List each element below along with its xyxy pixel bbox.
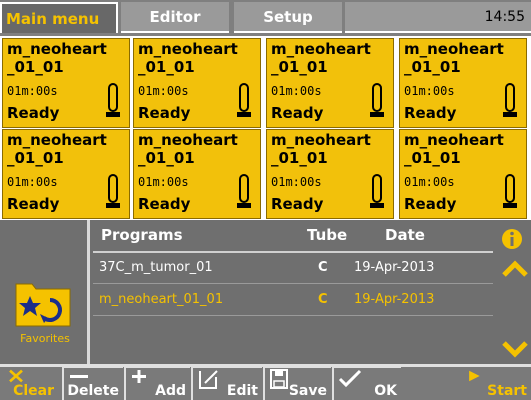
delete-label: Delete [67, 383, 119, 399]
ok-label: OK [374, 383, 397, 399]
block-time: 01m:00s [7, 175, 58, 189]
tube-icon [237, 174, 251, 208]
block-program-name: m_neoheart [7, 131, 107, 149]
clock: 14:55 [484, 9, 525, 25]
column-header-tube: Tube [307, 226, 348, 244]
program-tube: C [318, 292, 328, 307]
tab-main-menu[interactable]: Main menu [0, 2, 118, 33]
tube-icon [106, 174, 120, 208]
program-row-selected[interactable]: m_neoheart_01_01 C 19-Apr-2013 [93, 288, 493, 314]
block-program-name: m_neoheart [404, 40, 504, 58]
block-time: 01m:00s [7, 84, 58, 98]
plus-icon [132, 370, 146, 383]
block-6[interactable]: m_neoheart _01_01 01m:00s Ready [133, 129, 261, 219]
block-2[interactable]: m_neoheart _01_01 01m:00s Ready [133, 38, 261, 128]
clear-button[interactable]: Clear [0, 366, 58, 400]
tube-icon [237, 83, 251, 117]
edit-label: Edit [226, 383, 258, 399]
block-program-name: m_neoheart [271, 131, 371, 149]
header-divider [93, 251, 493, 253]
tube-icon [370, 174, 384, 208]
block-program-name: m_neoheart [404, 131, 504, 149]
program-tube: C [318, 260, 328, 275]
block-status: Ready [7, 195, 60, 213]
row-divider [93, 315, 493, 316]
block-status: Ready [404, 104, 457, 122]
row-divider [93, 283, 493, 284]
program-name: m_neoheart_01_01 [99, 292, 224, 307]
block-8[interactable]: m_neoheart _01_01 01m:00s Ready [399, 129, 527, 219]
block-program-suffix: _01_01 [404, 58, 461, 76]
block-4[interactable]: m_neoheart _01_01 01m:00s Ready [399, 38, 527, 128]
play-triangle-icon [469, 370, 480, 382]
block-program-suffix: _01_01 [271, 149, 328, 167]
block-3[interactable]: m_neoheart _01_01 01m:00s Ready [266, 38, 394, 128]
scroll-up-icon[interactable] [502, 260, 528, 278]
block-time: 01m:00s [271, 84, 322, 98]
scroll-down-icon[interactable] [502, 340, 528, 358]
block-status: Ready [271, 104, 324, 122]
tab-editor[interactable]: Editor [121, 2, 229, 33]
column-header-programs: Programs [101, 226, 183, 244]
program-date: 19-Apr-2013 [354, 260, 435, 275]
add-label: Add [155, 383, 186, 399]
add-button[interactable]: Add [124, 366, 190, 400]
tube-icon [503, 83, 517, 117]
block-time: 01m:00s [138, 84, 189, 98]
block-program-suffix: _01_01 [138, 149, 195, 167]
block-program-name: m_neoheart [138, 131, 238, 149]
block-program-suffix: _01_01 [404, 149, 461, 167]
block-time: 01m:00s [404, 84, 455, 98]
block-time: 01m:00s [138, 175, 189, 189]
block-program-suffix: _01_01 [7, 149, 64, 167]
ok-button[interactable]: OK [332, 366, 401, 400]
program-row[interactable]: 37C_m_tumor_01 C 19-Apr-2013 [93, 256, 493, 282]
block-program-name: m_neoheart [138, 40, 238, 58]
block-status: Ready [271, 195, 324, 213]
block-status: Ready [7, 104, 60, 122]
edit-pencil-icon [199, 370, 218, 389]
favorites-label: Favorites [20, 332, 70, 345]
block-status: Ready [138, 104, 191, 122]
tab-setup[interactable]: Setup [234, 2, 342, 33]
block-program-name: m_neoheart [7, 40, 107, 58]
block-time: 01m:00s [271, 175, 322, 189]
start-button[interactable]: Start [404, 366, 531, 400]
block-program-suffix: _01_01 [7, 58, 64, 76]
top-bar: Main menu Editor Setup 14:55 [0, 0, 531, 36]
edit-button[interactable]: Edit [191, 366, 262, 400]
delete-button[interactable]: Delete [62, 366, 123, 400]
bottom-toolbar: Clear Delete Add Edit Save OK Start [0, 364, 531, 400]
clear-x-icon [9, 369, 23, 383]
block-program-suffix: _01_01 [138, 58, 195, 76]
tube-icon [106, 83, 120, 117]
start-label: Start [487, 383, 527, 399]
block-1[interactable]: m_neoheart _01_01 01m:00s Ready [2, 38, 130, 128]
clear-label: Clear [13, 383, 54, 399]
block-program-name: m_neoheart [271, 40, 371, 58]
block-status: Ready [138, 195, 191, 213]
block-program-suffix: _01_01 [271, 58, 328, 76]
program-name: 37C_m_tumor_01 [99, 260, 213, 275]
checkmark-icon [338, 369, 362, 388]
block-5[interactable]: m_neoheart _01_01 01m:00s Ready [2, 129, 130, 219]
save-label: Save [288, 383, 327, 399]
save-button[interactable]: Save [263, 366, 331, 400]
block-grid: m_neoheart _01_01 01m:00s Ready m_neohea… [0, 36, 531, 220]
favorites-folder-icon [15, 283, 71, 327]
tube-icon [370, 83, 384, 117]
column-header-date: Date [385, 226, 425, 244]
block-status: Ready [404, 195, 457, 213]
program-date: 19-Apr-2013 [354, 292, 435, 307]
favorites-sidebar[interactable]: Favorites [0, 220, 90, 364]
tube-icon [503, 174, 517, 208]
block-time: 01m:00s [404, 175, 455, 189]
block-7[interactable]: m_neoheart _01_01 01m:00s Ready [266, 129, 394, 219]
info-icon[interactable] [501, 228, 523, 250]
